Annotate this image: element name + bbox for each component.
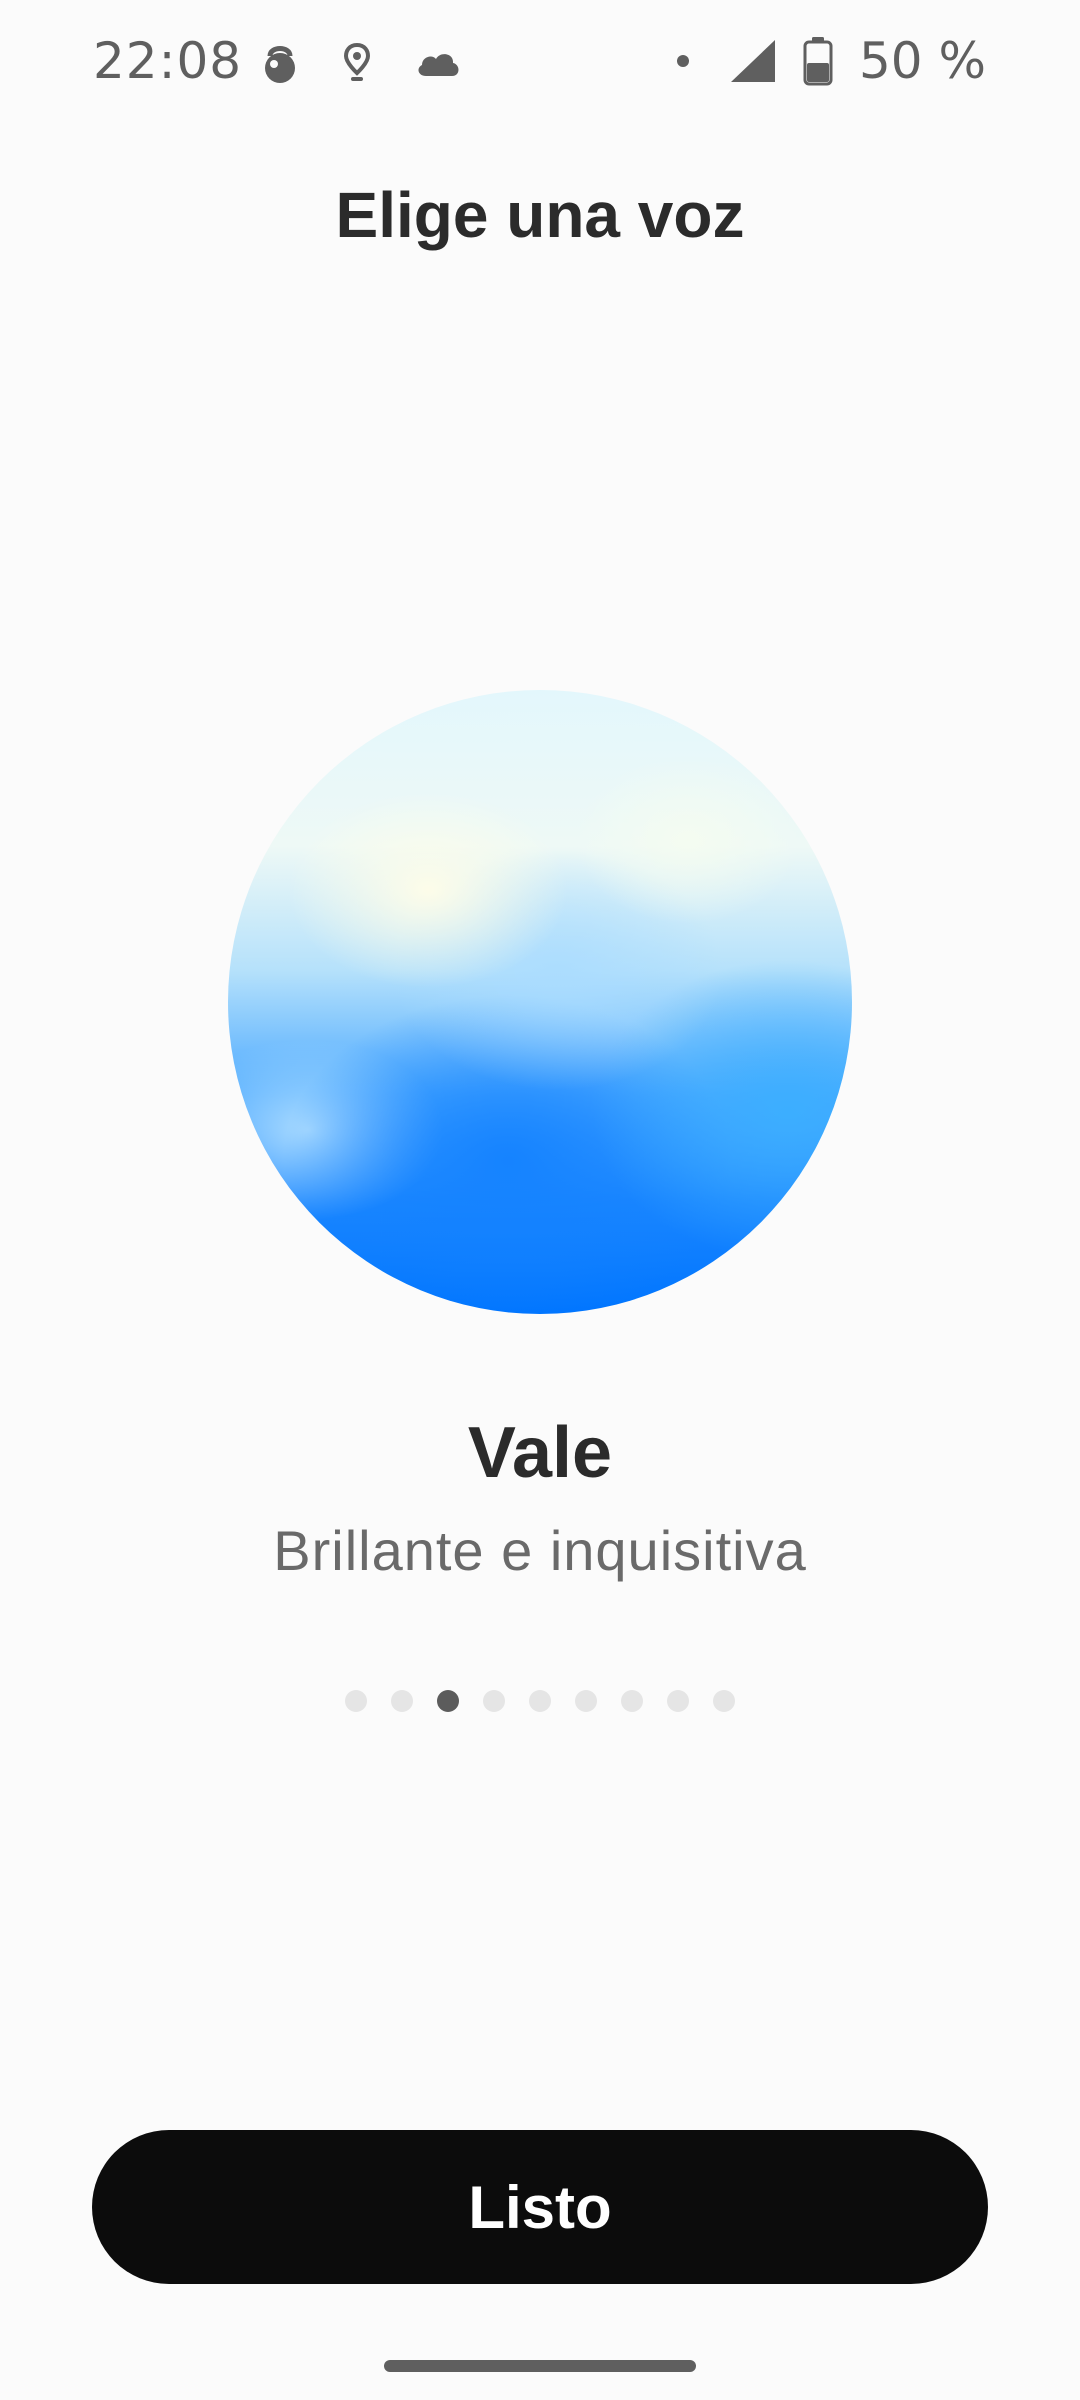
status-bar: 22:08 50 % <box>0 0 1080 135</box>
status-system-icons: 50 % <box>676 32 986 90</box>
battery-percentage: 50 % <box>858 32 986 90</box>
page-dot-active[interactable] <box>437 1690 459 1712</box>
kettlebell-icon <box>260 42 300 84</box>
page-dot[interactable] <box>621 1690 643 1712</box>
page-dot[interactable] <box>575 1690 597 1712</box>
page-title: Elige una voz <box>335 179 745 251</box>
page-indicator[interactable] <box>0 1690 1080 1712</box>
voice-selection-screen: 22:08 50 % Elige una voz Vale Brillante … <box>0 0 1080 2400</box>
page-dot[interactable] <box>391 1690 413 1712</box>
page-dot[interactable] <box>713 1690 735 1712</box>
gesture-navigation-bar[interactable] <box>384 2360 696 2372</box>
cell-signal-icon <box>729 38 777 84</box>
location-icon <box>344 43 370 83</box>
page-dot[interactable] <box>667 1690 689 1712</box>
cloud-icon <box>414 48 462 78</box>
page-dot[interactable] <box>345 1690 367 1712</box>
done-button[interactable]: Listo <box>92 2130 988 2284</box>
page-dot[interactable] <box>529 1690 551 1712</box>
voice-name: Vale <box>467 1413 613 1493</box>
status-notification-icons <box>260 42 462 84</box>
voice-description: Brillante e inquisitiva <box>273 1519 807 1582</box>
notification-dot-icon <box>676 55 689 67</box>
voice-orb-image[interactable] <box>228 690 852 1314</box>
battery-icon <box>803 36 833 86</box>
page-dot[interactable] <box>483 1690 505 1712</box>
status-time: 22:08 <box>93 32 243 90</box>
